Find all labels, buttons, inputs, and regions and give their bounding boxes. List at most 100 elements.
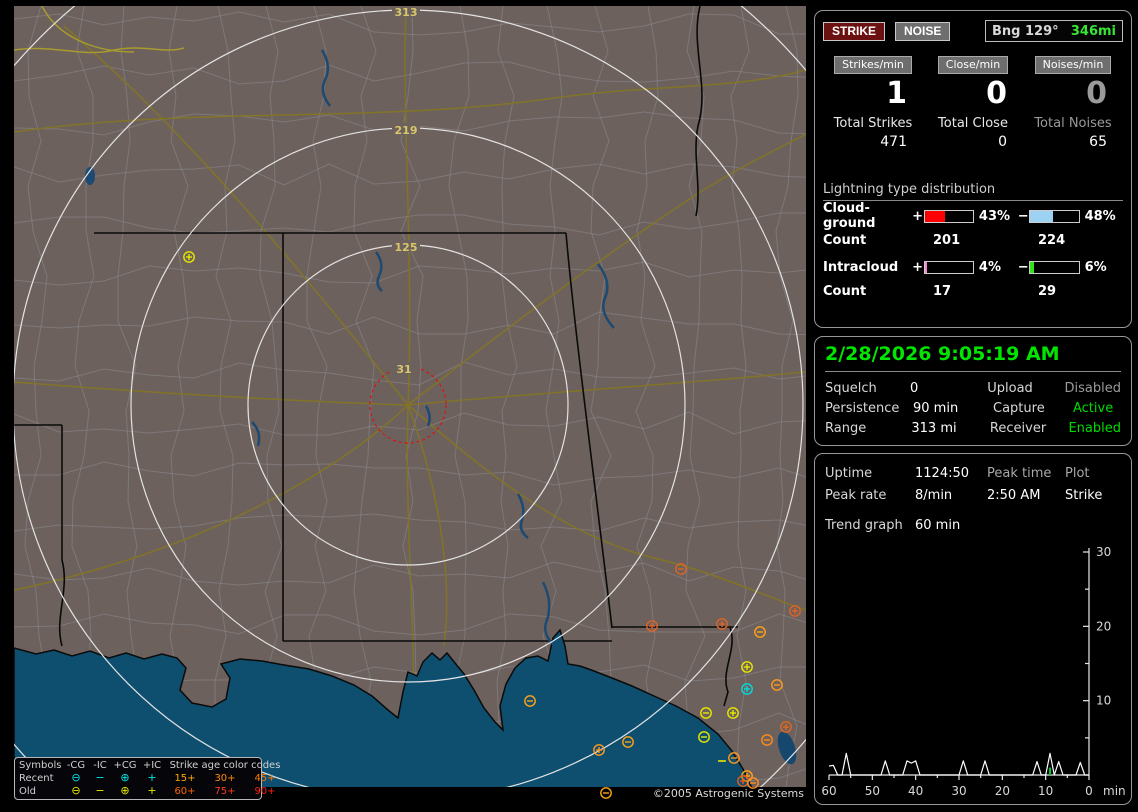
strikes-per-min-button[interactable]: Strikes/min	[834, 56, 912, 74]
svg-text:0: 0	[1085, 784, 1093, 798]
svg-text:10: 10	[1038, 784, 1053, 798]
legend-age-header: Strike age color codes	[169, 760, 281, 771]
total-noises-value: 65	[1089, 134, 1107, 150]
cg-negative-pct: 48%	[1084, 208, 1116, 224]
squelch-value: 0	[909, 380, 919, 396]
old-nic-icon: −	[95, 784, 105, 797]
range-ring-label: 313	[395, 6, 418, 19]
svg-text:60: 60	[821, 784, 836, 798]
total-close-value: 0	[998, 134, 1007, 150]
svg-text:min: min	[1103, 784, 1125, 798]
range-label: Range	[825, 420, 867, 436]
bearing-value: Bng 129°	[992, 23, 1059, 39]
upload-label: Upload	[987, 380, 1033, 396]
svg-text:40: 40	[908, 784, 923, 798]
svg-text:50: 50	[865, 784, 880, 798]
plus-sign: +	[912, 259, 924, 275]
cg-positive-count: 201	[933, 232, 961, 248]
cg-positive-bar	[923, 209, 974, 223]
range-ring-label: 219	[395, 124, 418, 137]
svg-text:30: 30	[951, 784, 966, 798]
receiver-status: Enabled	[1068, 420, 1121, 436]
close-per-min-button[interactable]: Close/min	[937, 56, 1009, 74]
cloud-ground-label: Cloud-ground	[823, 201, 876, 231]
close-per-min-value: 0	[986, 76, 1007, 111]
peak-rate-value: 8/min	[915, 487, 953, 503]
trend-panel: Uptime 1124:50 Peak time Plot Peak rate …	[814, 453, 1132, 805]
trend-graph: 10 20 30 0 10 20 30 40 50 60 min	[821, 545, 1125, 798]
map-legend: Symbols -CG -IC +CG +IC Strike age color…	[14, 757, 280, 800]
trend-graph-value: 60 min	[915, 517, 961, 533]
age-60: 60+	[174, 786, 196, 797]
uptime-label: Uptime	[825, 465, 873, 481]
old-pic-icon: +	[147, 784, 157, 797]
age-30: 30+	[214, 773, 236, 784]
noises-per-min-button[interactable]: Noises/min	[1034, 56, 1112, 74]
strike-symbol-cg+	[646, 620, 658, 632]
counters-panel: STRIKE NOISE Bng 129° 346mi Strikes/min …	[814, 10, 1132, 328]
ic-count-label: Count	[823, 283, 867, 299]
copyright: ©2005 Astrogenic Systems	[653, 787, 804, 800]
receiver-label: Receiver	[989, 420, 1047, 436]
trend-graph-label: Trend graph	[825, 517, 903, 533]
strike-symbol-cg+	[789, 605, 801, 617]
legend-row-recent: Recent	[19, 773, 54, 784]
svg-text:30: 30	[1096, 545, 1111, 559]
capture-status: Active	[1073, 400, 1114, 416]
ic-negative-count: 29	[1038, 283, 1057, 299]
plot-value: Strike	[1065, 487, 1103, 503]
strike-symbol-cg-	[700, 707, 712, 719]
datetime-display: 2/28/2026 9:05:19 AM	[825, 343, 1060, 365]
strike-mode-button[interactable]: STRIKE	[823, 21, 886, 41]
persistence-value: 90 min	[913, 400, 959, 416]
status-panel: 2/28/2026 9:05:19 AM Squelch 0 Upload Di…	[814, 336, 1132, 446]
strike-symbol-cg-	[761, 734, 773, 746]
strikes-per-min-value: 1	[886, 76, 907, 111]
total-strikes-value: 471	[880, 134, 907, 150]
strike-symbol-cg+	[741, 683, 753, 695]
strike-symbol-cg+	[727, 707, 739, 719]
range-ring-label: 31	[396, 363, 411, 376]
range-value: 313 mi	[911, 420, 957, 436]
cg-count-label: Count	[823, 232, 867, 248]
bearing-readout: Bng 129° 346mi	[985, 20, 1123, 42]
cg-negative-bar	[1029, 209, 1080, 223]
legend-row-old: Old	[19, 786, 36, 797]
upload-status: Disabled	[1064, 380, 1121, 396]
old-ncg-icon: ⊖	[71, 784, 81, 797]
range-ring-label: 125	[395, 241, 418, 254]
squelch-label: Squelch	[825, 380, 877, 396]
state-borders	[14, 6, 738, 707]
minus-sign: −	[1017, 259, 1029, 275]
age-75: 75+	[214, 786, 236, 797]
total-noises-label: Total Noises	[1034, 116, 1112, 131]
plot-header: Plot	[1065, 465, 1090, 481]
age-45: 45+	[254, 773, 276, 784]
noise-mode-button[interactable]: NOISE	[895, 21, 951, 41]
legend-symbols-header: Symbols	[19, 760, 62, 771]
peak-rate-label: Peak rate	[825, 487, 887, 503]
age-15: 15+	[174, 773, 196, 784]
persistence-label: Persistence	[825, 400, 900, 416]
map-viewport[interactable]: 313 219 125 31 ©2005 Astrogenic Systems Sym…	[14, 6, 806, 800]
svg-text:20: 20	[1096, 619, 1111, 633]
strike-symbol-cg-	[754, 626, 766, 638]
ic-negative-bar	[1029, 260, 1080, 274]
distribution-title: Lightning type distribution	[823, 182, 1123, 201]
strike-symbol-cg+	[780, 721, 792, 733]
plus-sign: +	[912, 208, 924, 224]
cg-positive-pct: 43%	[978, 208, 1011, 224]
total-strikes-label: Total Strikes	[833, 116, 913, 131]
ic-positive-count: 17	[933, 283, 952, 299]
minus-sign: −	[1017, 208, 1029, 224]
peak-time-value: 2:50 AM	[987, 487, 1041, 503]
rivers	[251, 49, 615, 647]
strike-symbol-cg+	[183, 251, 195, 263]
lightning-map[interactable]: 313 219 125 31 ©2005 Astrogenic Systems	[14, 6, 806, 800]
cg-negative-count: 224	[1038, 232, 1066, 248]
svg-text:20: 20	[995, 784, 1010, 798]
intracloud-label: Intracloud	[823, 259, 899, 275]
peak-time-header: Peak time	[987, 465, 1052, 481]
old-pcg-icon: ⊕	[120, 784, 130, 797]
ic-negative-pct: 6%	[1084, 259, 1107, 275]
